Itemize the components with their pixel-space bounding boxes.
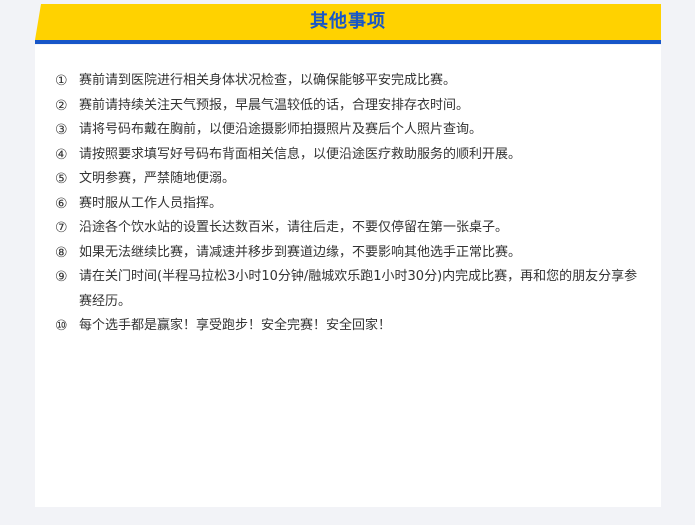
item-text: 赛时服从工作人员指挥。 — [79, 195, 223, 211]
item-text: 赛前请持续关注天气预报，早晨气温较低的话，合理安排存衣时间。 — [79, 97, 470, 113]
item-number: ⑧ — [55, 244, 68, 261]
item-text: 如果无法继续比赛，请减速并移步到赛道边缘，不要影响其他选手正常比赛。 — [79, 244, 522, 260]
item-number: ⑩ — [55, 318, 68, 334]
item-number: ② — [55, 97, 68, 114]
list-item: ⑦ 沿途各个饮水站的设置长达数百米，请往后走，不要仅停留在第一张桌子。 — [55, 216, 645, 241]
item-text: 请按照要求填写好号码布背面相关信息，以便沿途医疗救助服务的顺利开展。 — [79, 146, 522, 162]
list-item: ⑨ 请在关门时间(半程马拉松3小时10分钟/融城欢乐跑1小时30分)内完成比赛，… — [55, 265, 645, 314]
list-item: ⑩ 每个选手都是赢家！享受跑步！安全完赛！安全回家！ — [55, 314, 645, 339]
item-number: ⑨ — [55, 269, 68, 285]
list-item: ① 赛前请到医院进行相关身体状况检查，以确保能够平安完成比赛。 — [55, 69, 645, 94]
item-number: ⑦ — [55, 220, 68, 236]
item-text: 请在关门时间(半程马拉松3小时10分钟/融城欢乐跑1小时30分)内完成比赛，再和… — [79, 269, 638, 309]
item-number: ③ — [55, 122, 68, 138]
item-text: 请将号码布戴在胸前，以便沿途摄影师拍摄照片及赛后个人照片查询。 — [79, 122, 483, 137]
section-header: 其他事项 — [35, 4, 661, 44]
list-item: ⑤ 文明参赛，严禁随地便溺。 — [55, 167, 645, 192]
item-text: 沿途各个饮水站的设置长达数百米，请往后走，不要仅停留在第一张桌子。 — [79, 220, 509, 235]
item-number: ⑥ — [55, 195, 68, 212]
item-text: 每个选手都是赢家！享受跑步！安全完赛！安全回家！ — [79, 318, 392, 333]
section-title: 其他事项 — [310, 11, 386, 32]
item-text: 文明参赛，严禁随地便溺。 — [79, 171, 236, 186]
list-item: ④ 请按照要求填写好号码布背面相关信息，以便沿途医疗救助服务的顺利开展。 — [55, 143, 645, 168]
item-number: ④ — [55, 146, 68, 163]
header-blue-stripe — [35, 40, 661, 44]
item-number: ① — [55, 73, 68, 89]
item-number: ⑤ — [55, 171, 68, 187]
list-item: ③ 请将号码布戴在胸前，以便沿途摄影师拍摄照片及赛后个人照片查询。 — [55, 118, 645, 143]
list-item: ⑧ 如果无法继续比赛，请减速并移步到赛道边缘，不要影响其他选手正常比赛。 — [55, 241, 645, 266]
list-item: ② 赛前请持续关注天气预报，早晨气温较低的话，合理安排存衣时间。 — [55, 94, 645, 119]
notes-list: ① 赛前请到医院进行相关身体状况检查，以确保能够平安完成比赛。 ② 赛前请持续关… — [55, 69, 645, 339]
list-item: ⑥ 赛时服从工作人员指挥。 — [55, 192, 645, 217]
item-text: 赛前请到医院进行相关身体状况检查，以确保能够平安完成比赛。 — [79, 73, 457, 88]
content-card: ① 赛前请到医院进行相关身体状况检查，以确保能够平安完成比赛。 ② 赛前请持续关… — [35, 45, 661, 507]
